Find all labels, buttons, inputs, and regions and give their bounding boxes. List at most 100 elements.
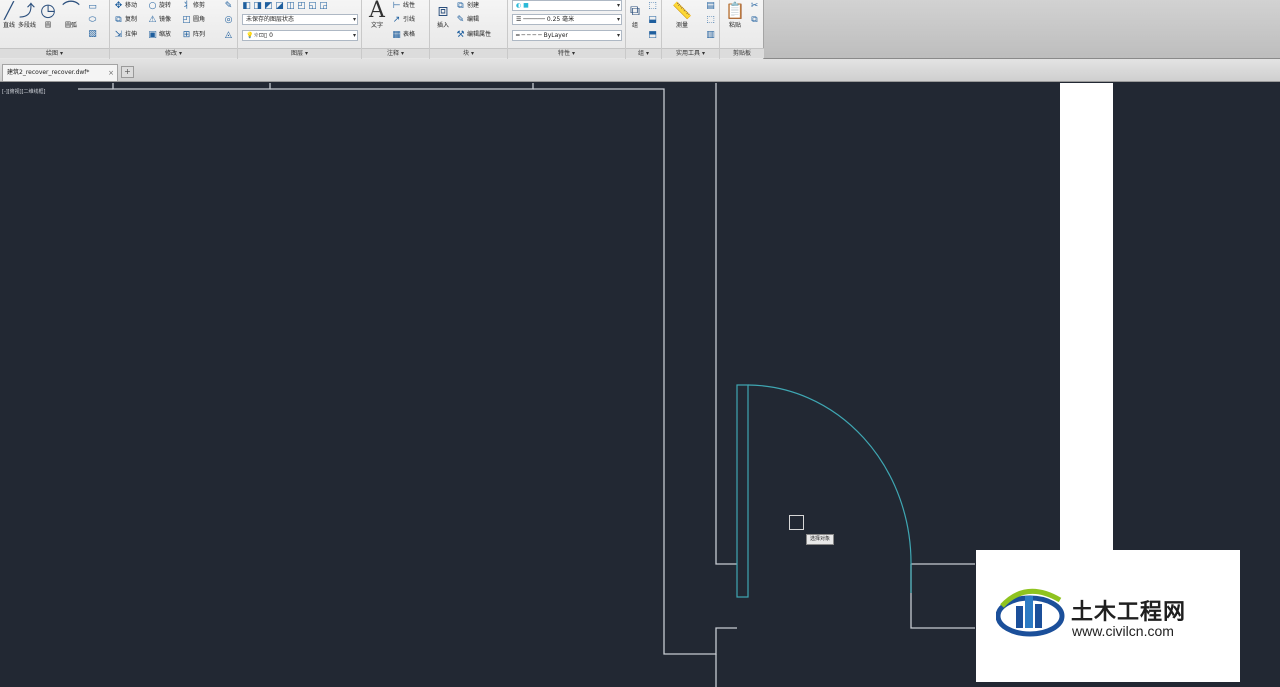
leader-icon: ↗ <box>392 14 401 25</box>
fillet-tool[interactable]: ◰ 圆角 <box>182 14 205 26</box>
array-tool[interactable]: ⊞ 阵列 <box>182 29 205 41</box>
edit-attr-label: 编辑属性 <box>467 31 492 38</box>
id-point-icon: ▥ <box>706 29 715 40</box>
text-icon: A <box>369 0 385 23</box>
current-layer-select[interactable]: 💡☼⊡▯ 0 ▾ <box>242 30 358 41</box>
modify-panel-title[interactable]: 修改 ▾ <box>110 48 237 58</box>
copy-label: 复制 <box>125 16 138 23</box>
group-select-tool[interactable]: ⬒ <box>648 29 657 41</box>
edit-attribute-tool[interactable]: ⚒ 编辑属性 <box>456 29 491 41</box>
pickbox-cursor <box>789 515 804 530</box>
layer-freeze-icon: ◪ <box>275 0 284 11</box>
copy-tool[interactable]: ⧉ 复制 <box>114 14 137 26</box>
new-tab-button[interactable]: + <box>121 66 134 78</box>
explode-tool[interactable]: ◎ <box>224 14 233 26</box>
group-label: 组 <box>631 22 638 29</box>
stretch-icon: ⇲ <box>114 29 123 40</box>
rectangle-tool[interactable]: ▭ <box>88 1 97 13</box>
polyline-button[interactable]: ⤴ 多段线 <box>14 0 40 30</box>
groups-panel-title[interactable]: 组 ▾ <box>626 48 661 58</box>
annotation-panel-title[interactable]: 注释 ▾ <box>362 48 429 58</box>
column-fill <box>1060 83 1113 550</box>
modify-panel: ✥ 移动 ○ 旋转 ⺦修剪 ⧉ 复制 ⚠ 镜像 ◰ 圆角 ⇲ 拉伸 ▣ 缩放 ⊞ 阵列 ✎ ◎ … <box>110 0 238 59</box>
scale-label: 缩放 <box>159 31 172 38</box>
paste-button[interactable]: 📋 粘贴 <box>724 0 746 30</box>
trim-label: 修剪 <box>193 2 206 9</box>
current-layer-value: 0 <box>269 32 273 39</box>
file-tab[interactable]: 建筑2_recover_recover.dwf* × <box>2 64 118 81</box>
layer-state-select[interactable]: 未保存的图层状态 ▾ <box>242 14 358 25</box>
table-icon: ▦ <box>392 29 401 40</box>
chevron-down-icon: ▾ <box>616 32 620 39</box>
draw-panel: ╱ 直线 ⤴ 多段线 ◷ 圆 ⌒ 圆弧 ▭ ⬭ ▧ 绘图 ▾ <box>0 0 110 59</box>
layers-panel-title[interactable]: 图层 ▾ <box>238 48 361 58</box>
copy-icon: ⧉ <box>115 14 122 25</box>
trim-tool[interactable]: ⺦修剪 <box>182 0 205 12</box>
group-edit-tool[interactable]: ⬓ <box>648 14 657 26</box>
block-panel-title[interactable]: 块 ▾ <box>430 48 507 58</box>
move-label: 移动 <box>125 2 138 9</box>
wall-line <box>533 88 737 655</box>
table-tool[interactable]: ▦ 表格 <box>392 29 415 41</box>
lightbulb-icon: 💡☼⊡▯ <box>246 32 270 39</box>
layer-match-icon: ◰ <box>297 0 306 11</box>
properties-panel-title[interactable]: 特性 ▾ <box>508 48 625 58</box>
layer-properties-icon: ◧ <box>242 0 251 11</box>
quick-calc-tool[interactable]: ▤ <box>706 0 715 12</box>
layer-walk-icon: ◲ <box>319 0 328 11</box>
measure-button[interactable]: 📏 测量 <box>666 0 698 30</box>
edit-label: 编辑 <box>467 16 480 23</box>
array-icon: ⊞ <box>182 29 191 40</box>
draw-panel-title[interactable]: 绘图 ▾ <box>0 48 109 58</box>
create-block-tool[interactable]: ⧉ 创建 <box>456 0 479 12</box>
id-point-tool[interactable]: ▥ <box>706 29 715 41</box>
offset-tool[interactable]: ◬ <box>224 29 233 41</box>
copy-clip-tool[interactable]: ⧉ <box>750 14 759 26</box>
leader-tool[interactable]: ↗ 引线 <box>392 14 415 26</box>
measure-icon: 📏 <box>672 1 692 20</box>
linear-dim-icon: ⊢ <box>392 0 401 11</box>
rotate-tool[interactable]: ○ 旋转 <box>148 0 171 12</box>
insert-icon: ⧈ <box>437 1 449 21</box>
linetype-select[interactable]: ═ ─ ─ ─ ─ ByLayer ▾ <box>512 30 622 41</box>
hatch-tool[interactable]: ▧ <box>88 28 97 40</box>
ellipse-tool[interactable]: ⬭ <box>88 14 97 26</box>
ungroup-tool[interactable]: ⬚ <box>648 0 657 12</box>
annotation-panel: A 文字 ⊢ 线性 ↗ 引线 ▦ 表格 注释 ▾ <box>362 0 430 59</box>
watermark-url: www.civilcn.com <box>1072 623 1174 639</box>
rotate-icon: ○ <box>148 0 157 11</box>
text-button[interactable]: A 文字 <box>364 0 390 30</box>
scale-tool[interactable]: ▣ 缩放 <box>148 29 171 41</box>
color-select[interactable]: ◐ ■ ▾ <box>512 0 622 11</box>
arc-icon: ⌒ <box>62 0 80 21</box>
circle-icon: ◷ <box>40 0 56 21</box>
layers-panel: ◧ ◨ ◩ ◪ ◫ ◰ ◱ ◲ 未保存的图层状态 ▾ 💡☼⊡▯ 0 ▾ 图层 ▾ <box>238 0 362 59</box>
mirror-tool[interactable]: ⚠ 镜像 <box>148 14 171 26</box>
circle-button[interactable]: ◷ 圆 <box>38 0 58 30</box>
linear-dim-tool[interactable]: ⊢ 线性 <box>392 0 415 12</box>
cut-tool[interactable]: ✂ <box>750 0 759 12</box>
civilcn-logo-icon <box>996 588 1065 637</box>
clipboard-panel: 📋 粘贴 ✂ ⧉ 剪贴板 <box>720 0 764 59</box>
insert-label: 插入 <box>436 22 449 29</box>
wall-line <box>112 83 271 90</box>
clipboard-panel-title[interactable]: 剪贴板 <box>720 48 764 58</box>
chevron-down-icon: ▾ <box>616 2 620 9</box>
select-all-tool[interactable]: ⬚ <box>706 14 715 26</box>
utilities-panel-title[interactable]: 实用工具 ▾ <box>662 48 719 58</box>
wall-line <box>715 83 737 565</box>
group-button[interactable]: ⧉ 组 <box>628 0 642 30</box>
lineweight-select[interactable]: ☰ ────── 0.25 毫米 ▾ <box>512 14 622 25</box>
arc-button[interactable]: ⌒ 圆弧 <box>60 0 82 30</box>
wall-line <box>270 83 534 90</box>
close-icon[interactable]: × <box>108 65 114 81</box>
linear-label: 线性 <box>403 2 416 9</box>
insert-button[interactable]: ⧈ 插入 <box>432 0 454 30</box>
fillet-label: 圆角 <box>193 16 206 23</box>
layer-off-icon: ◨ <box>253 0 262 11</box>
stretch-tool[interactable]: ⇲ 拉伸 <box>114 29 137 41</box>
layer-tools-row[interactable]: ◧ ◨ ◩ ◪ ◫ ◰ ◱ ◲ <box>242 0 328 12</box>
erase-tool[interactable]: ✎ <box>224 0 233 12</box>
move-tool[interactable]: ✥ 移动 <box>114 0 137 12</box>
edit-block-tool[interactable]: ✎ 编辑 <box>456 14 479 26</box>
